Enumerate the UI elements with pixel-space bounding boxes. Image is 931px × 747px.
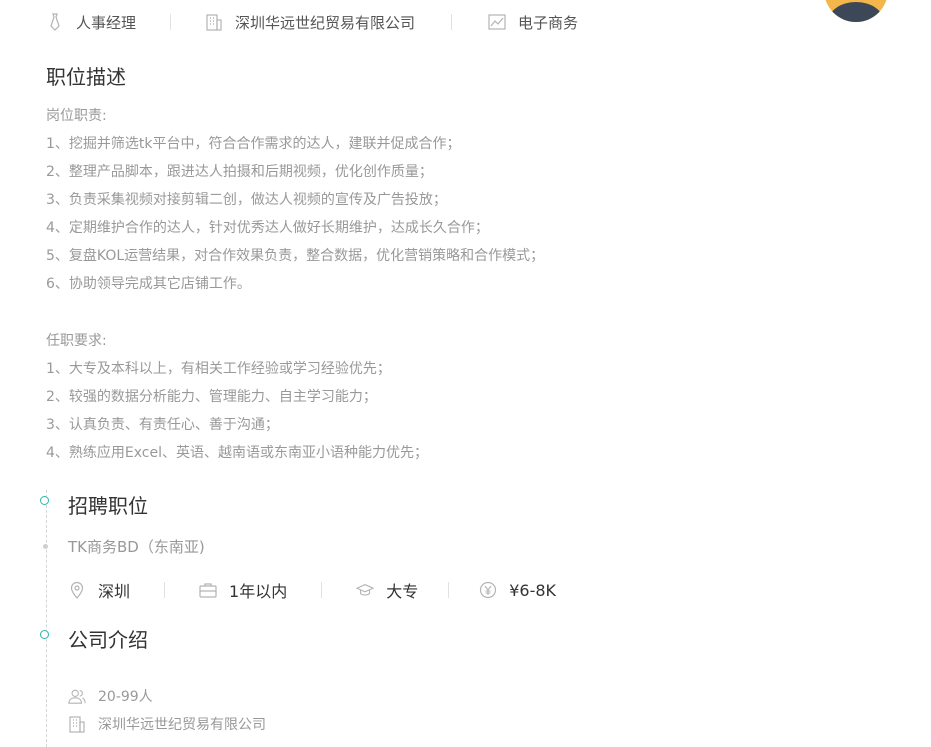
timeline-node <box>40 496 49 505</box>
graduation-cap-icon <box>356 581 375 599</box>
divider <box>448 582 450 598</box>
experience-label: 1年以内 <box>229 582 288 601</box>
position-label: 人事经理 <box>76 13 137 32</box>
job-summary-bar: 人事经理 深圳华远世纪贸易有限公司 电子商务 <box>46 10 578 34</box>
briefcase-icon <box>199 581 217 599</box>
location-item: 深圳 <box>68 578 130 602</box>
company-intro-title: 公司介绍 <box>68 628 148 652</box>
education-item: 大专 <box>356 578 418 602</box>
location-pin-icon <box>68 581 86 599</box>
timeline-dot <box>43 544 48 549</box>
duty-line: 3、负责采集视频对接剪辑二创，做达人视频的宣传及广告投放； <box>46 192 447 208</box>
job-description-title: 职位描述 <box>46 65 126 89</box>
location-label: 深圳 <box>98 582 131 601</box>
recruit-position-title: 招聘职位 <box>68 494 148 518</box>
duty-line: 5、复盘KOL运营结果，对合作效果负责，整合数据，优化营销策略和合作模式； <box>46 248 545 264</box>
company-item: 深圳华远世纪贸易有限公司 <box>205 12 415 33</box>
yen-coin-icon <box>479 581 497 599</box>
divider <box>164 582 166 598</box>
requirements-heading: 任职要求: <box>46 333 107 349</box>
salary-label: ¥6-8K <box>509 580 557 600</box>
people-icon <box>68 687 86 705</box>
job-title[interactable]: TK商务BD（东南亚) <box>68 536 205 557</box>
timeline-node <box>40 630 49 639</box>
company-name-row: 深圳华远世纪贸易有限公司 <box>68 714 266 734</box>
requirement-line: 4、熟练应用Excel、英语、越南语或东南亚小语种能力优先； <box>46 445 428 461</box>
experience-item: 1年以内 <box>199 578 287 602</box>
tie-icon <box>46 13 64 31</box>
salary-item: ¥6-8K <box>479 581 556 600</box>
requirement-line: 2、较强的数据分析能力、管理能力、自主学习能力； <box>46 389 377 405</box>
duty-line: 1、挖掘并筛选tk平台中，符合合作需求的达人，建联并促成合作； <box>46 136 461 152</box>
industry-item: 电子商务 <box>488 12 578 33</box>
timeline-line <box>46 490 47 747</box>
duty-line: 4、定期维护合作的达人，针对优秀达人做好长期维护，达成长久合作； <box>46 220 489 236</box>
chart-icon <box>488 13 506 31</box>
education-label: 大专 <box>386 582 419 601</box>
requirement-line: 3、认真负责、有责任心、善于沟通； <box>46 417 279 433</box>
divider <box>170 14 172 30</box>
duty-line: 6、协助领导完成其它店铺工作。 <box>46 276 251 292</box>
job-meta-row: 深圳 1年以内 大专 ¥6-8K <box>68 578 556 602</box>
divider <box>321 582 323 598</box>
recruiter-avatar[interactable] <box>824 0 888 22</box>
position-item: 人事经理 <box>46 12 136 33</box>
duty-line: 2、整理产品脚本，跟进达人拍摄和后期视频，优化创作质量； <box>46 164 433 180</box>
requirement-line: 1、大专及本科以上，有相关工作经验或学习经验优先； <box>46 361 391 377</box>
building-icon <box>68 715 86 733</box>
industry-label: 电子商务 <box>518 13 579 32</box>
divider <box>451 14 453 30</box>
company-label: 深圳华远世纪贸易有限公司 <box>235 13 416 32</box>
company-size-row: 20-99人 <box>68 686 153 706</box>
company-name-label[interactable]: 深圳华远世纪贸易有限公司 <box>98 714 266 734</box>
building-icon <box>205 13 223 31</box>
duties-heading: 岗位职责: <box>46 108 107 124</box>
company-size-label: 20-99人 <box>98 689 153 705</box>
